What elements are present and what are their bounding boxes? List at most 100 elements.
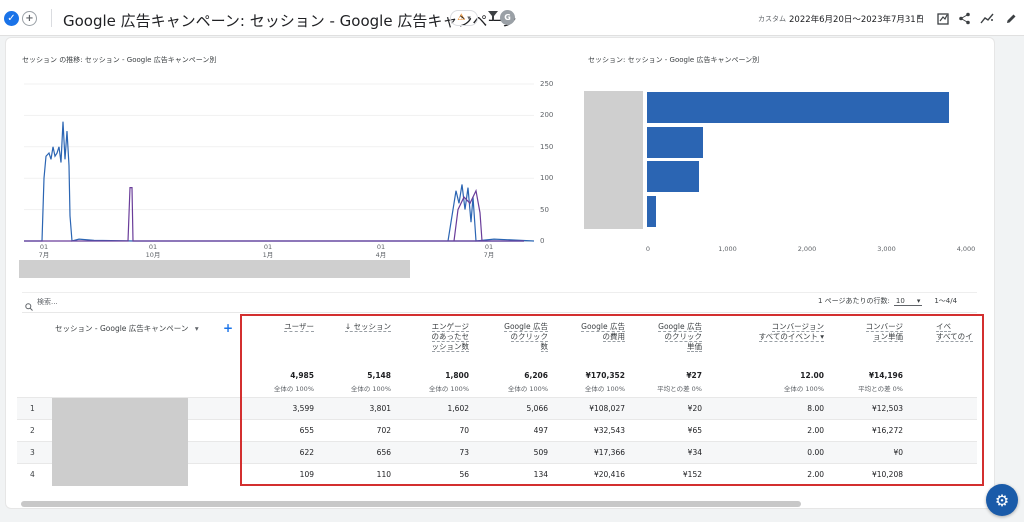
column-header-line: すべてのイベント ▾ — [758, 332, 824, 342]
share-icon[interactable] — [958, 10, 971, 29]
column-header-6[interactable]: Google 広告 のクリック 単価 — [658, 322, 702, 352]
column-header-line: 単価 — [687, 342, 702, 352]
series-line-1b[interactable] — [447, 184, 534, 242]
report-status-icon[interactable]: ✓ — [4, 11, 19, 26]
table-cell: 70 — [459, 426, 469, 435]
x-tick-month: 7月 — [483, 251, 495, 259]
column-header-4[interactable]: Google 広告 のクリック数 — [504, 322, 548, 352]
chevron-down-icon: ▾ — [916, 296, 921, 305]
column-total: ¥170,352 全体の 100% — [585, 371, 625, 393]
add-comparison-icon[interactable]: + — [22, 11, 37, 26]
table-cell: 73 — [459, 448, 469, 457]
search-input[interactable]: 検索... — [37, 297, 58, 307]
table-cell: ¥20,416 — [593, 470, 625, 479]
x-tick-day: 01 — [263, 243, 273, 251]
column-total: 4,985 全体の 100% — [274, 371, 314, 393]
bar-1[interactable] — [647, 92, 950, 123]
column-total: 1,800 全体の 100% — [429, 371, 469, 393]
column-header-9[interactable]: イベ すべてのイ — [936, 322, 973, 342]
horizontal-scrollbar[interactable] — [21, 501, 801, 507]
date-range-chevron-icon[interactable]: ▾ — [917, 12, 921, 21]
insights-icon[interactable] — [980, 10, 994, 29]
column-total: 6,206 全体の 100% — [508, 371, 548, 393]
column-header-5[interactable]: Google 広告 の費用 — [581, 322, 625, 342]
divider — [22, 292, 977, 293]
total-value: ¥27 — [686, 371, 702, 380]
column-header-line: ョン単価 — [873, 332, 903, 342]
column-header-1[interactable]: ユーザー — [284, 322, 314, 332]
add-dimension-icon[interactable]: + — [223, 321, 233, 335]
table-cell: 0.00 — [807, 448, 824, 457]
row-number: 2 — [30, 426, 35, 435]
series-line-1[interactable] — [24, 121, 524, 242]
column-header-line: Google 広告 — [658, 322, 702, 332]
y-tick-label: 250 — [540, 80, 554, 88]
column-header-line: コンバージョン — [771, 322, 824, 332]
table-cell: 509 — [533, 448, 548, 457]
edit-icon[interactable] — [1005, 10, 1017, 29]
column-header-line: のクリック — [664, 332, 702, 342]
bar-x-tick-label: 4,000 — [956, 245, 976, 253]
y-tick-label: 50 — [540, 205, 549, 214]
table-cell: ¥16,272 — [871, 426, 903, 435]
column-header-line: ユーザー — [284, 322, 314, 332]
customize-report-icon[interactable] — [937, 10, 950, 29]
dimension-column-header[interactable]: セッション - Google 広告キャンペーン ▾ — [55, 324, 199, 334]
bar-x-tick-label: 2,000 — [797, 245, 817, 253]
gear-icon: ⚙ — [994, 490, 1010, 510]
column-header-line: ッション数 — [431, 342, 469, 352]
column-header-line: Google 広告 — [581, 322, 625, 332]
y-tick-label: 0 — [540, 237, 545, 245]
bar-labels-redacted — [584, 91, 643, 229]
dimension-header-label: セッション - Google 広告キャンペーン — [55, 324, 189, 333]
x-tick-label: 01 4月 — [371, 243, 391, 259]
total-value: ¥14,196 — [868, 371, 903, 380]
rows-per-page-select[interactable]: 10 ▾ — [893, 296, 923, 306]
column-header-3[interactable]: エンゲージ のあったセ ッション数 — [431, 322, 469, 352]
table-cell: ¥152 — [682, 470, 702, 479]
table-cell: 109 — [299, 470, 314, 479]
column-header-line: のクリック — [510, 332, 548, 342]
column-header-line: コンバージ — [865, 322, 903, 332]
x-tick-label: 01 1月 — [258, 243, 278, 259]
table-cell: 497 — [533, 426, 548, 435]
page-title: Google 広告キャンペーン: セッション - Google 広告キャンペーン — [63, 12, 517, 30]
x-tick-month: 4月 — [375, 251, 387, 259]
bar-2[interactable] — [647, 127, 703, 158]
date-range[interactable]: 2022年6月20日～2023年7月31日 — [789, 13, 924, 25]
divider — [22, 312, 977, 313]
column-header-8[interactable]: コンバージ ョン単価 — [865, 322, 903, 342]
compare-icon[interactable]: G — [500, 10, 515, 25]
total-subtext: 全体の 100% — [350, 385, 391, 393]
total-subtext: 全体の 100% — [273, 385, 314, 393]
bar-3[interactable] — [647, 161, 700, 192]
table-cell: 2.00 — [807, 470, 824, 479]
total-subtext: 平均との差 0% — [657, 385, 702, 393]
warning-icon: ⚠ — [457, 13, 466, 23]
column-header-line: エンゲージ — [431, 322, 469, 332]
table-cell: 110 — [376, 470, 391, 479]
column-header-2[interactable]: ↓ セッション — [344, 322, 391, 332]
column-header-line: ↓ セッション — [344, 322, 391, 332]
column-header-7[interactable]: コンバージョン すべてのイベント ▾ — [758, 322, 824, 342]
column-total: ¥14,196 平均との差 0% — [858, 371, 903, 393]
table-cell: ¥12,503 — [871, 404, 903, 413]
total-value: 5,148 — [367, 371, 391, 380]
table-cell: 3,801 — [369, 404, 391, 413]
x-tick-month: 10月 — [145, 251, 161, 259]
row-number: 3 — [30, 448, 35, 457]
total-subtext: 全体の 100% — [507, 385, 548, 393]
total-value: 1,800 — [445, 371, 469, 380]
line-chart-title: セッション の推移: セッション - Google 広告キャンペーン別 — [22, 56, 217, 64]
total-value: 4,985 — [290, 371, 314, 380]
table-cell: 56 — [459, 470, 469, 479]
x-tick-day: 01 — [39, 243, 49, 251]
table-cell: 656 — [376, 448, 391, 457]
bar-4[interactable] — [647, 196, 656, 227]
filter-icon[interactable] — [487, 10, 499, 25]
settings-fab[interactable]: ⚙ — [986, 484, 1018, 516]
column-total: 5,148 全体の 100% — [351, 371, 391, 393]
line-chart[interactable] — [24, 78, 534, 246]
table-cell: ¥0 — [893, 448, 903, 457]
warning-badge[interactable]: ⚠ ▾ — [450, 10, 478, 26]
